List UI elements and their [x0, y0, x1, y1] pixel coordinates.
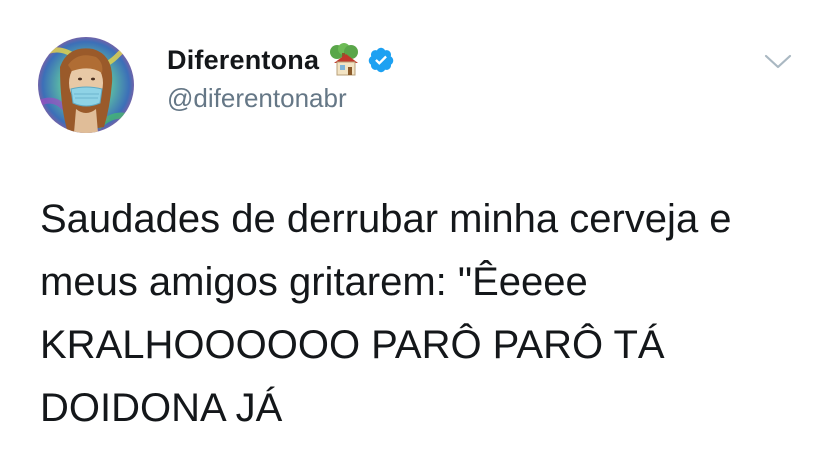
- tweet-text: Saudades de derrubar minha cerveja e meu…: [40, 197, 732, 430]
- chevron-down-icon[interactable]: [763, 50, 793, 72]
- author-name-row[interactable]: Diferentona: [167, 42, 395, 78]
- author-handle[interactable]: @diferentonabr: [167, 83, 347, 114]
- display-name[interactable]: Diferentona: [167, 45, 319, 76]
- house-with-tree-icon: [327, 43, 361, 77]
- avatar[interactable]: [38, 37, 134, 133]
- avatar-image: [38, 37, 134, 133]
- tweet-card: Diferentona @diferentonabr Saudades de d…: [0, 0, 828, 475]
- verified-badge-icon: [367, 46, 395, 74]
